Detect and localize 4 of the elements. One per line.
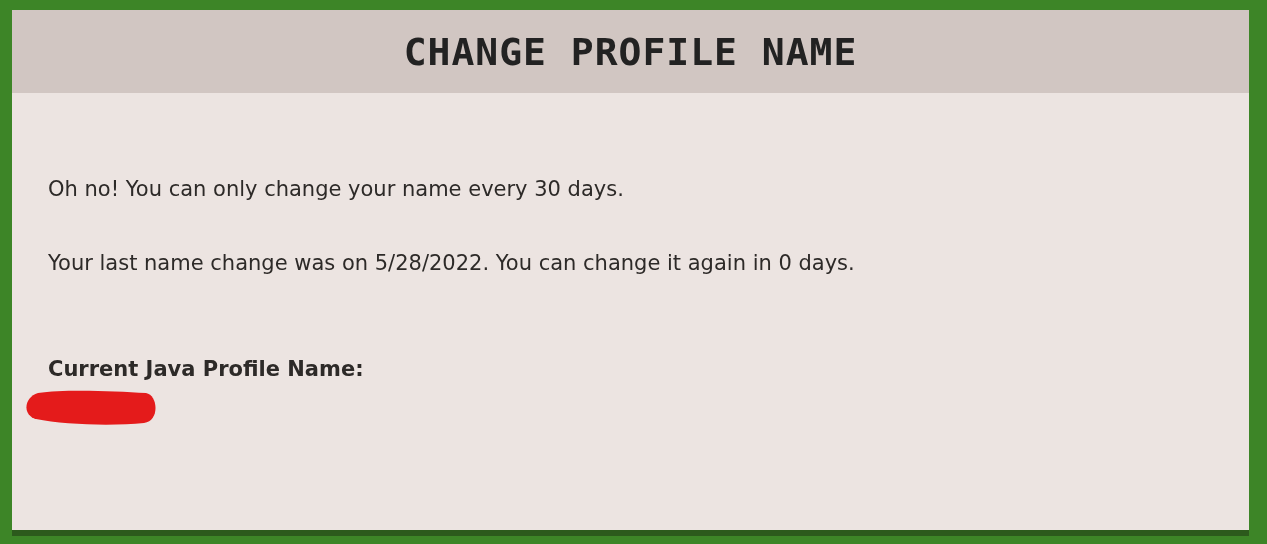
field-label: Current Java Profile Name: (48, 356, 365, 383)
dialog-title: CHANGE PROFILE NAME (403, 29, 858, 74)
message-text: Oh no! You can only change your name every 30 days. (48, 176, 625, 203)
message-text: Your last name change was on 5/28/2022. You can change it again in 0 days. (48, 250, 856, 277)
